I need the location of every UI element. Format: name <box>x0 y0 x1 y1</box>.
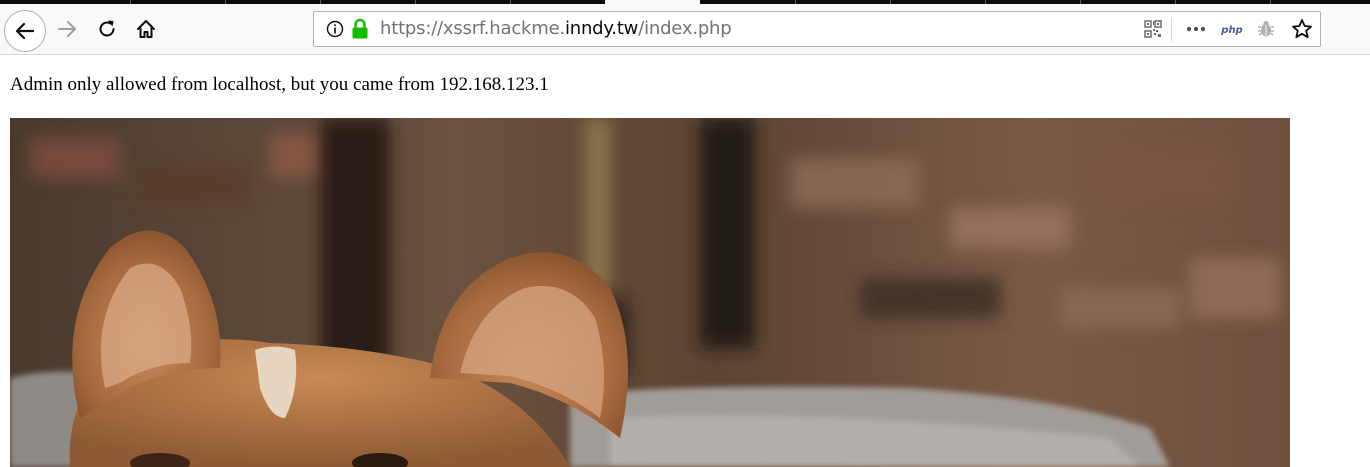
url-text[interactable]: https://xssrf.hackme.inndy.tw/index.php <box>380 12 732 46</box>
access-denied-message: Admin only allowed from localhost, but y… <box>10 74 549 95</box>
forward-button[interactable] <box>52 4 82 54</box>
more-icon[interactable] <box>1185 20 1207 38</box>
bookmark-star-icon[interactable] <box>1291 18 1313 40</box>
address-bar[interactable]: https://xssrf.hackme.inndy.tw/index.php … <box>313 11 1321 47</box>
back-icon <box>15 22 35 40</box>
bug-icon[interactable] <box>1256 19 1276 39</box>
navigation-toolbar: https://xssrf.hackme.inndy.tw/index.php … <box>0 4 1370 55</box>
reload-icon <box>99 20 115 37</box>
reload-button[interactable] <box>92 4 122 54</box>
corgi-photo <box>10 118 1290 467</box>
home-button[interactable] <box>131 4 161 54</box>
url-separator <box>1171 18 1172 42</box>
info-icon[interactable] <box>326 20 344 38</box>
home-icon <box>137 20 155 38</box>
back-button[interactable] <box>4 10 46 52</box>
url-host: inndy.tw <box>564 18 639 39</box>
url-subdomain: xssrf.hackme. <box>442 18 565 39</box>
php-icon[interactable]: php <box>1220 19 1244 39</box>
php-label: php <box>1220 25 1242 36</box>
qr-code-icon[interactable] <box>1144 20 1162 38</box>
corgi-image <box>10 118 1290 467</box>
lock-icon[interactable] <box>351 18 369 40</box>
url-path: /index.php <box>638 18 732 39</box>
forward-icon <box>58 21 76 37</box>
url-scheme: https:// <box>380 18 443 39</box>
